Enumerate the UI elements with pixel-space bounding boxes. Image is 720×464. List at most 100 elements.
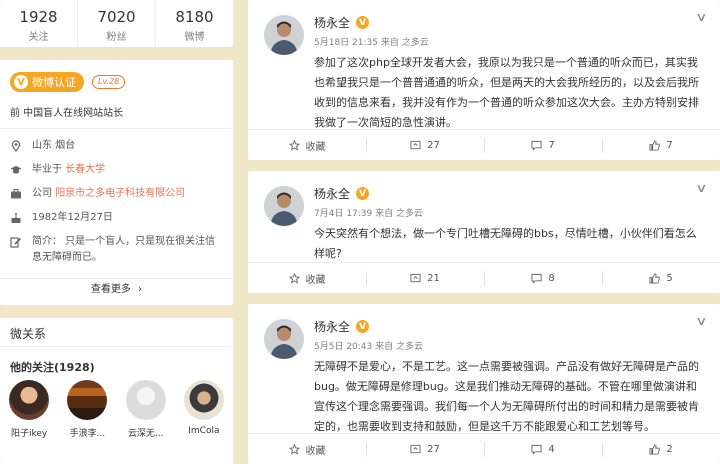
following-name: 云深无...	[127, 429, 164, 439]
following-item[interactable]: 阳子ikey	[4, 380, 54, 439]
author-avatar[interactable]	[264, 15, 304, 55]
repost-count: 21	[427, 272, 440, 284]
thumbs-up-icon	[649, 443, 661, 455]
post-content: 今天突然有个想法，做一个专门吐槽无障碍的bbs，尽情吐槽，小伙伴们看怎么样呢?	[314, 227, 697, 260]
stat-number: 7020	[97, 8, 136, 26]
badge-row: V 微博认证 Lv.28	[10, 72, 126, 92]
verify-badge[interactable]: V 微博认证	[10, 72, 84, 92]
stat-label: 微博	[184, 32, 205, 43]
comment-count: 4	[548, 443, 555, 455]
verify-description: 前 中国盲人在线网站站长	[10, 108, 124, 119]
like-count: 7	[666, 139, 673, 151]
stat-followers[interactable]: 7020 粉丝	[78, 0, 156, 47]
comment-count: 7	[548, 139, 555, 151]
favorite-label: 收藏	[305, 141, 326, 153]
like-button[interactable]: 5	[602, 263, 720, 293]
stat-posts[interactable]: 8180 微博	[156, 0, 233, 47]
following-title[interactable]: 他的关注(1928)	[10, 359, 95, 375]
chevron-down-icon[interactable]: ∨	[695, 10, 707, 24]
info-birthday: 1982年12月27日	[10, 210, 223, 226]
post-card: 杨永全 V 5月5日 20:43 来自 之多云 ∨ 无障碍不是爱心，不是工艺。这…	[248, 304, 720, 464]
post-meta[interactable]: 5月5日 20:43 来自 之多云	[314, 339, 423, 352]
divider	[0, 346, 233, 347]
thumbs-up-icon	[649, 272, 661, 284]
stats-card: 1928 关注 7020 粉丝 8180 微博	[0, 0, 233, 47]
like-button[interactable]: 7	[602, 130, 720, 160]
favorite-button[interactable]: 收藏	[248, 130, 366, 160]
stat-number: 1928	[19, 8, 58, 26]
post-card: 杨永全 V 7月4日 17:39 来自 之多云 ∨ 今天突然有个想法，做一个专门…	[248, 171, 720, 293]
like-count: 5	[666, 272, 673, 284]
star-icon	[288, 443, 300, 455]
repost-count: 27	[427, 139, 440, 151]
post-meta[interactable]: 5月18日 21:35 来自 之多云	[314, 35, 429, 48]
school-prefix: 毕业于	[32, 164, 62, 175]
author-avatar[interactable]	[264, 186, 304, 226]
repost-button[interactable]: 27	[366, 130, 484, 160]
location-text: 山东 烟台	[32, 140, 76, 151]
post-content: 参加了这次php全球开发者大会，我原以为我只是一个普通的听众而已，其实我也希望我…	[314, 56, 699, 129]
star-icon	[288, 139, 300, 151]
comment-count: 8	[548, 272, 555, 284]
repost-icon	[410, 140, 421, 149]
favorite-label: 收藏	[305, 445, 326, 457]
author-name[interactable]: 杨永全	[314, 14, 350, 31]
level-badge[interactable]: Lv.28	[92, 75, 126, 89]
following-item[interactable]: 手浪李...	[62, 380, 112, 439]
info-bio: 简介： 只是一个盲人，只是现在很关注信息无障碍而已。	[10, 234, 223, 266]
company-prefix: 公司	[32, 188, 52, 199]
company-link[interactable]: 阳泉市之多电子科技有限公司	[55, 186, 185, 202]
author-row: 杨永全 V	[314, 185, 370, 202]
relations-card: 微关系 他的关注(1928) 阳子ikey 手浪李... 云深无... ImCo…	[0, 318, 233, 464]
avatar	[183, 380, 224, 420]
see-more-label: 查看更多	[90, 284, 131, 295]
like-count: 2	[666, 443, 673, 455]
following-name: ImCola	[188, 426, 220, 436]
action-bar: 收藏 21 8 5	[248, 262, 720, 293]
avatar	[9, 380, 50, 420]
favorite-button[interactable]: 收藏	[248, 434, 366, 464]
avatar	[67, 380, 108, 420]
briefcase-icon	[10, 188, 22, 200]
following-item[interactable]: ImCola	[179, 380, 229, 439]
see-more-link[interactable]: 查看更多 ›	[0, 280, 233, 295]
divider	[0, 278, 233, 279]
graduation-cap-icon	[10, 164, 22, 176]
author-name[interactable]: 杨永全	[314, 185, 350, 202]
author-avatar[interactable]	[264, 319, 304, 359]
comment-button[interactable]: 4	[484, 434, 602, 464]
stat-label: 关注	[28, 32, 49, 43]
action-bar: 收藏 27 4 2	[248, 433, 720, 464]
location-pin-icon	[10, 140, 22, 152]
like-button[interactable]: 2	[602, 434, 720, 464]
stat-number: 8180	[175, 8, 214, 26]
post-content: 无障碍不是爱心，不是工艺。这一点需要被强调。产品没有做好无障碍是产品的bug。做…	[314, 360, 699, 433]
following-item[interactable]: 云深无...	[121, 380, 171, 439]
verify-badge-label: 微博认证	[32, 76, 76, 89]
post-card: 杨永全 V 5月18日 21:35 来自 之多云 ∨ 参加了这次php全球开发者…	[248, 0, 720, 160]
author-name[interactable]: 杨永全	[314, 318, 350, 335]
favorite-label: 收藏	[305, 274, 326, 286]
chevron-down-icon[interactable]: ∨	[695, 181, 707, 195]
comment-button[interactable]: 7	[484, 130, 602, 160]
chevron-down-icon[interactable]: ∨	[695, 314, 707, 328]
repost-icon	[410, 444, 421, 453]
bio-text: 简介： 只是一个盲人，只是现在很关注信息无障碍而已。	[32, 236, 216, 263]
relations-title: 微关系	[10, 327, 47, 341]
repost-button[interactable]: 21	[366, 263, 484, 293]
birthday-text: 1982年12月27日	[32, 212, 113, 223]
comment-button[interactable]: 8	[484, 263, 602, 293]
verified-v-icon: V	[356, 320, 370, 333]
repost-button[interactable]: 27	[366, 434, 484, 464]
school-link[interactable]: 长春大学	[65, 162, 105, 178]
repost-count: 27	[427, 443, 440, 455]
favorite-button[interactable]: 收藏	[248, 263, 366, 293]
post-meta[interactable]: 7月4日 17:39 来自 之多云	[314, 206, 423, 219]
action-bar: 收藏 27 7 7	[248, 129, 720, 160]
stat-following[interactable]: 1928 关注	[0, 0, 78, 47]
author-row: 杨永全 V	[314, 14, 370, 31]
comment-icon	[531, 444, 542, 455]
thumbs-up-icon	[649, 139, 661, 151]
divider	[0, 128, 233, 129]
info-company: 公司 阳泉市之多电子科技有限公司	[10, 186, 223, 202]
